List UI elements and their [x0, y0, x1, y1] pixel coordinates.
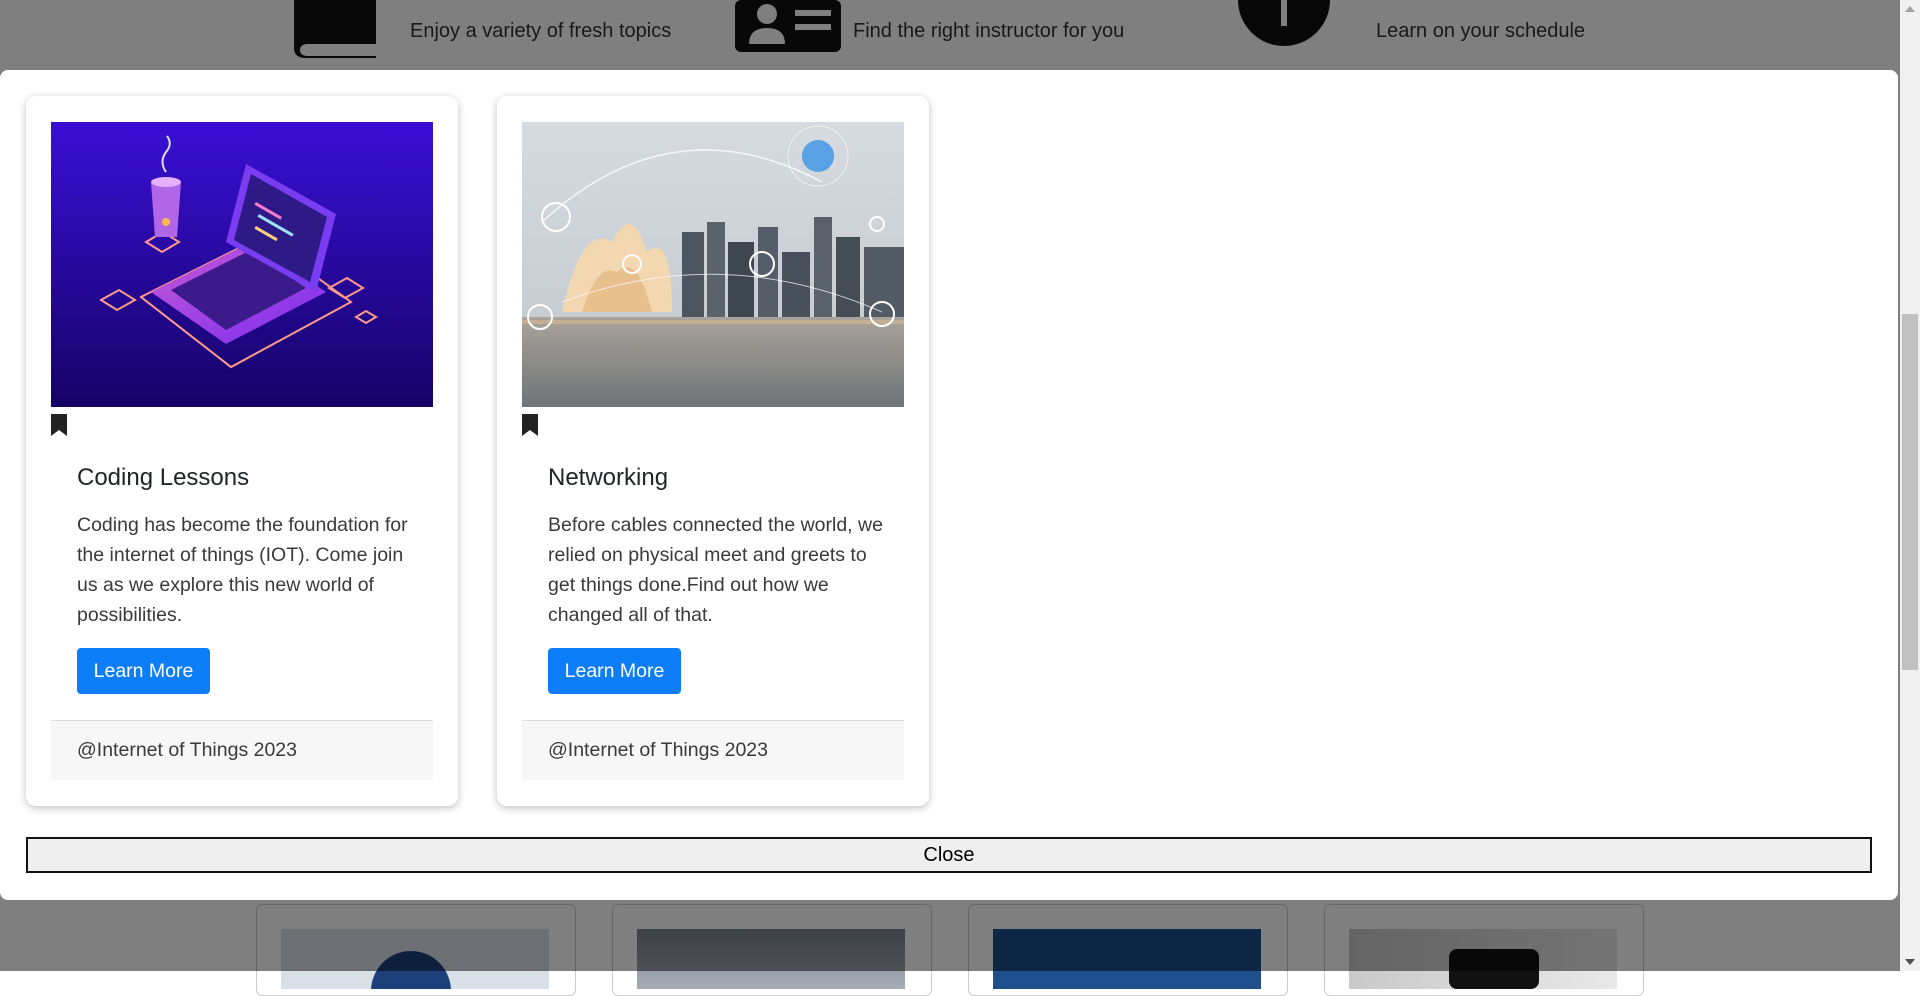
learn-more-button[interactable]: Learn More [548, 648, 681, 694]
city-network-photo [522, 122, 904, 407]
card-text: Coding has become the foundation for the… [77, 514, 408, 626]
laptop-illustration [51, 122, 433, 407]
bookmark-icon[interactable] [522, 414, 538, 436]
card-title: Coding Lessons [77, 464, 250, 491]
scroll-up-icon[interactable] [1905, 6, 1915, 12]
courses-modal: Coding Lessons Coding has become the fou… [0, 70, 1898, 900]
scroll-down-icon[interactable] [1905, 959, 1915, 965]
card-title: Networking [548, 464, 669, 491]
course-card-coding: Coding Lessons Coding has become the fou… [26, 96, 458, 806]
card-footer-text: @Internet of Things 2023 [77, 739, 297, 761]
close-button[interactable]: Close [26, 837, 1872, 873]
card-footer-text: @Internet of Things 2023 [548, 739, 768, 761]
card-footer: @Internet of Things 2023 [522, 720, 904, 780]
bookmark-icon[interactable] [51, 414, 67, 436]
scrollbar-thumb[interactable] [1902, 314, 1918, 670]
course-card-networking: Networking Before cables connected the w… [497, 96, 929, 806]
card-text: Before cables connected the world, we re… [548, 514, 883, 626]
page-scrollbar[interactable] [1900, 0, 1920, 971]
learn-more-button[interactable]: Learn More [77, 648, 210, 694]
card-footer: @Internet of Things 2023 [51, 720, 433, 780]
